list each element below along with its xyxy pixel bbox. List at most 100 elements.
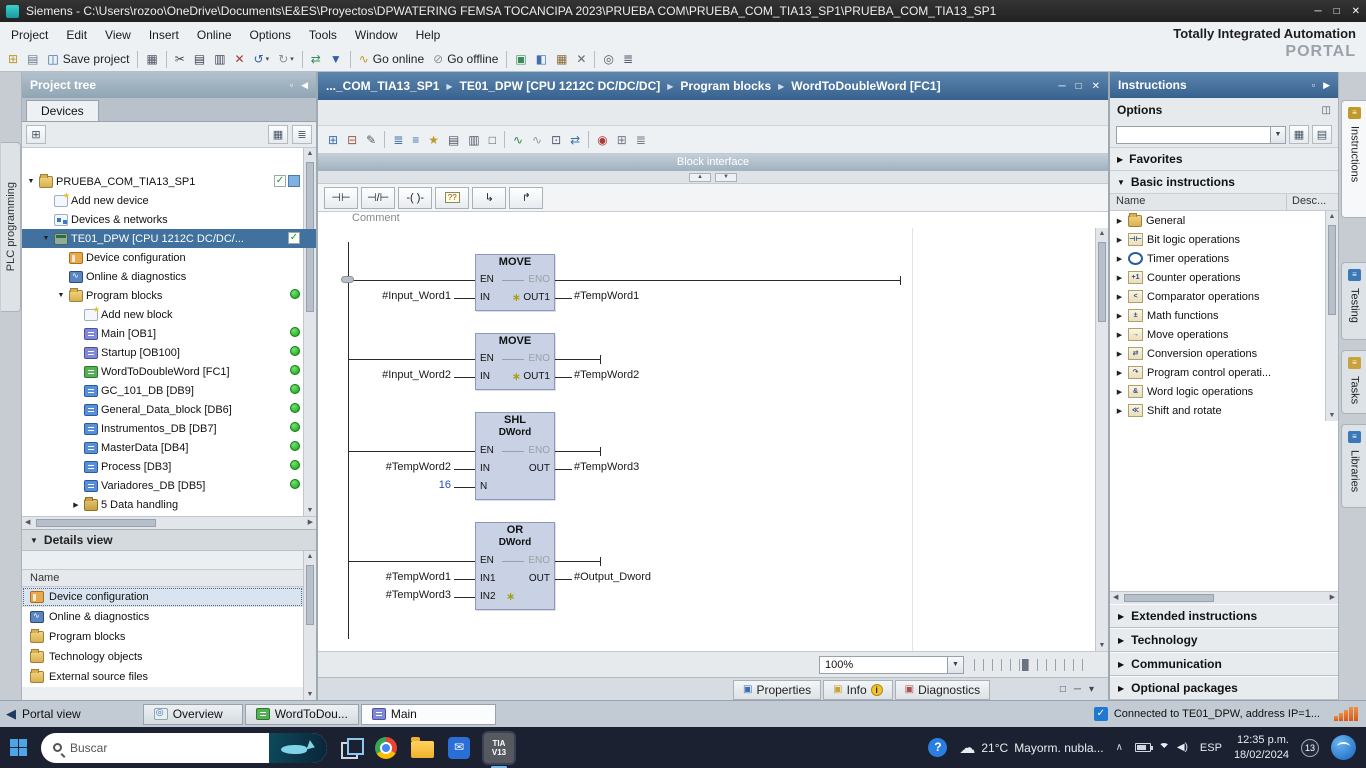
pin-panel-icon[interactable]: ▫	[290, 80, 293, 91]
options-settings-icon[interactable]: ◫	[1322, 105, 1331, 116]
monitor-icon[interactable]: ◧	[532, 49, 551, 70]
print-icon[interactable]: ▦	[142, 49, 161, 70]
tab-devices[interactable]: Devices	[26, 100, 99, 121]
expand-networks-icon[interactable]: ≣	[389, 129, 407, 150]
scroll-thumb[interactable]	[1124, 594, 1214, 602]
scroll-left-icon[interactable]: ◀	[25, 518, 30, 526]
zoom-slider-thumb[interactable]	[1022, 659, 1028, 671]
expander-icon[interactable]: ▶	[71, 501, 81, 509]
bottom-tab-info[interactable]: ▣Infoi	[823, 680, 892, 700]
side-tab-testing[interactable]: ≡Testing	[1341, 262, 1366, 340]
sort-icon[interactable]: ▦	[268, 125, 288, 144]
lad-operand[interactable]: 16	[335, 479, 451, 491]
menu-item-insert[interactable]: Insert	[140, 24, 188, 46]
splitter-down-icon[interactable]: ▼	[715, 173, 737, 182]
paste-icon[interactable]: ▥	[210, 49, 229, 70]
lad-operand[interactable]: #TempWord3	[574, 461, 639, 473]
instruction-category[interactable]: ▶+1Counter operations	[1110, 268, 1338, 287]
connect-icon[interactable]: ⇄	[307, 49, 325, 70]
hidden-icons-chevron[interactable]: ∧	[1116, 742, 1123, 753]
weather-widget[interactable]: ☁ 21°C Mayorm. nubla...	[959, 738, 1103, 758]
call-environment-icon[interactable]: ⊞	[613, 129, 631, 150]
expander-icon[interactable]: ▶	[1115, 369, 1124, 377]
tree-item[interactable]: ▼PRUEBA_COM_TIA13_SP1✓	[22, 172, 316, 191]
scroll-thumb[interactable]	[1098, 242, 1106, 322]
portal-view-button[interactable]: ◀ Portal view	[6, 706, 81, 722]
snapshot-icon[interactable]: ⊡	[547, 129, 565, 150]
scroll-right-icon[interactable]: ▶	[308, 518, 313, 526]
zoom-select[interactable]: 100% ▼	[819, 656, 964, 674]
tree-item[interactable]: Instrumentos_DB [DB7]	[22, 419, 316, 438]
tree-item[interactable]: Devices & networks	[22, 210, 316, 229]
monitoring-off-icon[interactable]: ∿	[528, 129, 546, 150]
tree-item[interactable]: ▼TE01_DPW [CPU 1212C DC/DC/...✓	[22, 229, 316, 248]
collapse-networks-icon[interactable]: ≡	[408, 129, 423, 150]
system-tray[interactable]: ◀)	[1135, 742, 1188, 753]
search-highlight-image[interactable]	[269, 733, 327, 763]
scroll-up-icon[interactable]: ▲	[304, 553, 316, 560]
go-offline-icon[interactable]: ⊘Go offline	[429, 49, 502, 70]
tree-item[interactable]: Startup [OB100]	[22, 343, 316, 362]
notification-badge[interactable]: 13	[1301, 739, 1319, 757]
lad-operand[interactable]: #Input_Word1	[335, 290, 451, 302]
section-extended[interactable]: ▶Extended instructions	[1110, 604, 1338, 628]
tree-item[interactable]: Add new block	[22, 305, 316, 324]
editor-close-icon[interactable]: ✕	[1092, 81, 1100, 92]
menu-item-options[interactable]: Options	[241, 24, 300, 46]
tree-item[interactable]: WordToDoubleWord [FC1]	[22, 362, 316, 381]
details-view-header[interactable]: ▼ Details view	[22, 529, 316, 551]
coil-button[interactable]: -( )-	[398, 187, 432, 209]
scroll-down-icon[interactable]: ▼	[304, 691, 316, 698]
scroll-up-icon[interactable]: ▲	[1096, 230, 1108, 237]
editor-tab-main[interactable]: Main	[361, 704, 496, 725]
expander-icon[interactable]: ▶	[1115, 217, 1124, 225]
editor-tab-overview[interactable]: Overview	[143, 704, 243, 725]
language-indicator[interactable]: ESP	[1200, 742, 1222, 754]
close-branch-button[interactable]: ↱	[509, 187, 543, 209]
details-vertical-scrollbar[interactable]: ▲ ▼	[303, 551, 316, 700]
show-list-icon[interactable]: ≣	[619, 49, 637, 70]
clock[interactable]: 12:35 p.m. 18/02/2024	[1234, 733, 1289, 762]
instruction-category[interactable]: ▶⊣⊢Bit logic operations	[1110, 230, 1338, 249]
open-project-icon[interactable]: ▤	[23, 49, 42, 70]
delete-network-icon[interactable]: ⊟	[343, 129, 361, 150]
search-project-icon[interactable]: ◎	[599, 49, 617, 70]
editor-minimize-icon[interactable]: ─	[1058, 81, 1065, 92]
expander-icon[interactable]: ▼	[41, 235, 51, 242]
scroll-thumb[interactable]	[1328, 225, 1336, 315]
instruction-category[interactable]: ▶General	[1110, 211, 1338, 230]
menu-item-project[interactable]: Project	[2, 24, 57, 46]
bottom-tab-diagnostics[interactable]: ▣Diagnostics	[895, 680, 990, 700]
lad-block-shl-2[interactable]: SHLDWordENENOINOUTN	[475, 412, 555, 500]
tree-item[interactable]: GC_101_DB [DB9]	[22, 381, 316, 400]
zoom-caret-icon[interactable]: ▼	[947, 657, 963, 673]
inspector-collapse-icon[interactable]: ▾	[1089, 684, 1094, 695]
download-icon[interactable]: ▼	[326, 49, 346, 70]
instruction-category[interactable]: ▶±Math functions	[1110, 306, 1338, 325]
scroll-thumb[interactable]	[36, 519, 156, 527]
instruction-category[interactable]: ▶↷Program control operati...	[1110, 363, 1338, 382]
details-row[interactable]: Technology objects	[22, 647, 303, 667]
new-project-icon[interactable]: ⊞	[4, 49, 22, 70]
lad-operand[interactable]: #TempWord2	[574, 369, 639, 381]
tree-item[interactable]: Variadores_DB [DB5]	[22, 476, 316, 495]
section-communication[interactable]: ▶Communication	[1110, 652, 1338, 676]
expander-icon[interactable]: ▶	[1115, 255, 1124, 263]
breadcrumb-segment[interactable]: WordToDoubleWord [FC1]	[791, 79, 940, 93]
side-tab-tasks[interactable]: ≡Tasks	[1341, 350, 1366, 414]
help-icon[interactable]: ?	[928, 738, 947, 757]
start-button[interactable]	[10, 739, 27, 756]
tia-portal-taskbar-icon[interactable]: TIAV13	[484, 733, 514, 763]
normally-open-contact-button[interactable]: ⊣⊢	[324, 187, 358, 209]
lad-canvas[interactable]: ▲ ▼ MOVEENENOINOUT1∗#Input_Word1#TempWor…	[318, 228, 1108, 651]
lad-operand[interactable]: #Input_Word2	[335, 369, 451, 381]
tree-item[interactable]: ▼Program blocks	[22, 286, 316, 305]
delete-icon[interactable]: ✕	[231, 49, 249, 70]
tree-item[interactable]: Device configuration	[22, 248, 316, 267]
undo-icon[interactable]: ↺▾	[250, 49, 274, 70]
details-row[interactable]: Program blocks	[22, 627, 303, 647]
menu-item-edit[interactable]: Edit	[57, 24, 96, 46]
section-basic-instructions[interactable]: ▼ Basic instructions	[1110, 171, 1338, 194]
task-view-button[interactable]	[341, 738, 361, 758]
mail-icon[interactable]: ✉	[448, 737, 470, 759]
